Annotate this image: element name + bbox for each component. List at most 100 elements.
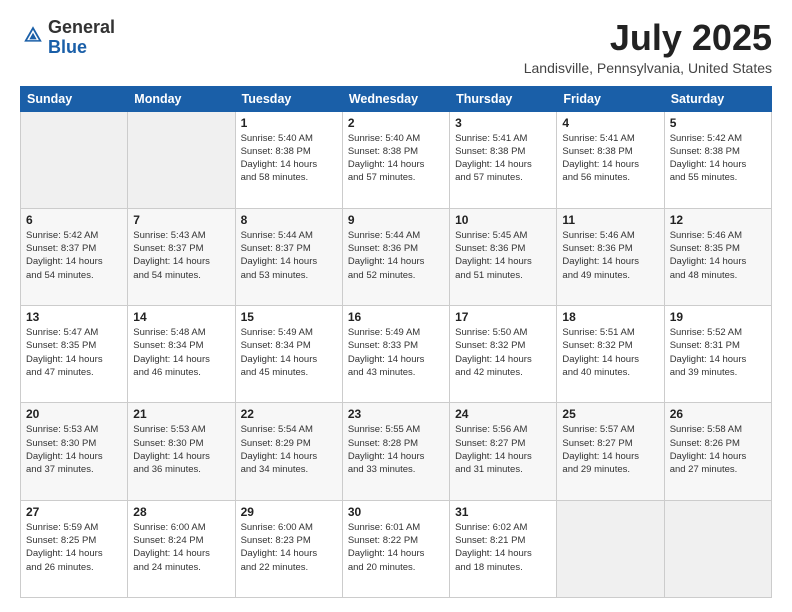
day-number: 6 [26, 213, 122, 227]
calendar-cell: 26 Sunrise: 5:58 AM Sunset: 8:26 PM Dayli… [664, 403, 771, 500]
day-detail: Sunrise: 6:00 AM Sunset: 8:24 PM Dayligh… [133, 521, 229, 574]
day-detail: Sunrise: 5:53 AM Sunset: 8:30 PM Dayligh… [133, 423, 229, 476]
day-number: 28 [133, 505, 229, 519]
day-detail: Sunrise: 5:47 AM Sunset: 8:35 PM Dayligh… [26, 326, 122, 379]
day-detail: Sunrise: 5:43 AM Sunset: 8:37 PM Dayligh… [133, 229, 229, 282]
day-number: 5 [670, 116, 766, 130]
calendar-cell [21, 111, 128, 208]
day-detail: Sunrise: 5:44 AM Sunset: 8:36 PM Dayligh… [348, 229, 444, 282]
day-detail: Sunrise: 6:02 AM Sunset: 8:21 PM Dayligh… [455, 521, 551, 574]
calendar-week-0: 1 Sunrise: 5:40 AM Sunset: 8:38 PM Daylig… [21, 111, 772, 208]
col-friday: Friday [557, 86, 664, 111]
calendar-week-1: 6Sunrise: 5:42 AM Sunset: 8:37 PM Daylig… [21, 208, 772, 305]
calendar-cell: 20Sunrise: 5:53 AM Sunset: 8:30 PM Dayli… [21, 403, 128, 500]
day-number: 25 [562, 407, 658, 421]
day-detail: Sunrise: 5:45 AM Sunset: 8:36 PM Dayligh… [455, 229, 551, 282]
day-number: 18 [562, 310, 658, 324]
day-number: 7 [133, 213, 229, 227]
calendar-week-4: 27 Sunrise: 5:59 AM Sunset: 8:25 PM Dayli… [21, 500, 772, 597]
calendar-cell [128, 111, 235, 208]
day-number: 10 [455, 213, 551, 227]
calendar-cell: 11Sunrise: 5:46 AM Sunset: 8:36 PM Dayli… [557, 208, 664, 305]
calendar-week-3: 20 Sunrise: 5:53 AM Sunset: 8:30 PM Dayli… [21, 403, 772, 500]
calendar-cell: 29 Sunrise: 6:00 AM Sunset: 8:23 PM Dayli… [235, 500, 342, 597]
calendar-cell: 17 Sunrise: 5:50 AM Sunset: 8:32 PM Dayli… [450, 306, 557, 403]
day-number: 13 [26, 310, 122, 324]
day-detail: Sunrise: 5:46 AM Sunset: 8:35 PM Dayligh… [670, 229, 766, 282]
calendar-cell: 31Sunrise: 6:02 AM Sunset: 8:21 PM Dayli… [450, 500, 557, 597]
day-detail: Sunrise: 5:54 AM Sunset: 8:29 PM Dayligh… [241, 423, 337, 476]
logo: General Blue [20, 18, 115, 58]
day-detail: Sunrise: 5:55 AM Sunset: 8:28 PM Dayligh… [348, 423, 444, 476]
day-number: 21 [133, 407, 229, 421]
day-number: 2 [348, 116, 444, 130]
day-detail: Sunrise: 6:00 AM Sunset: 8:23 PM Dayligh… [241, 521, 337, 574]
calendar-cell: 9Sunrise: 5:44 AM Sunset: 8:36 PM Daylig… [342, 208, 449, 305]
day-detail: Sunrise: 5:57 AM Sunset: 8:27 PM Dayligh… [562, 423, 658, 476]
calendar-cell: 14 Sunrise: 5:48 AM Sunset: 8:34 PM Dayli… [128, 306, 235, 403]
logo-icon [22, 24, 44, 46]
calendar-cell: 22 Sunrise: 5:54 AM Sunset: 8:29 PM Dayli… [235, 403, 342, 500]
calendar-cell: 12 Sunrise: 5:46 AM Sunset: 8:35 PM Dayli… [664, 208, 771, 305]
calendar-cell: 19 Sunrise: 5:52 AM Sunset: 8:31 PM Dayli… [664, 306, 771, 403]
day-number: 12 [670, 213, 766, 227]
day-number: 22 [241, 407, 337, 421]
day-number: 20 [26, 407, 122, 421]
calendar-cell: 25 Sunrise: 5:57 AM Sunset: 8:27 PM Dayli… [557, 403, 664, 500]
calendar-week-2: 13 Sunrise: 5:47 AM Sunset: 8:35 PM Dayli… [21, 306, 772, 403]
day-number: 14 [133, 310, 229, 324]
calendar-cell: 4Sunrise: 5:41 AM Sunset: 8:38 PM Daylig… [557, 111, 664, 208]
day-number: 17 [455, 310, 551, 324]
col-wednesday: Wednesday [342, 86, 449, 111]
calendar-cell [557, 500, 664, 597]
header: General Blue July 2025 Landisville, Penn… [20, 18, 772, 76]
calendar-cell: 28 Sunrise: 6:00 AM Sunset: 8:24 PM Dayli… [128, 500, 235, 597]
day-number: 11 [562, 213, 658, 227]
day-detail: Sunrise: 5:58 AM Sunset: 8:26 PM Dayligh… [670, 423, 766, 476]
day-detail: Sunrise: 5:49 AM Sunset: 8:34 PM Dayligh… [241, 326, 337, 379]
calendar-cell: 23Sunrise: 5:55 AM Sunset: 8:28 PM Dayli… [342, 403, 449, 500]
day-detail: Sunrise: 5:52 AM Sunset: 8:31 PM Dayligh… [670, 326, 766, 379]
day-detail: Sunrise: 5:42 AM Sunset: 8:38 PM Dayligh… [670, 132, 766, 185]
calendar-cell: 5 Sunrise: 5:42 AM Sunset: 8:38 PM Daylig… [664, 111, 771, 208]
logo-blue-text: Blue [48, 37, 87, 57]
calendar-header-row: Sunday Monday Tuesday Wednesday Thursday… [21, 86, 772, 111]
day-number: 15 [241, 310, 337, 324]
day-number: 30 [348, 505, 444, 519]
day-number: 19 [670, 310, 766, 324]
day-detail: Sunrise: 5:48 AM Sunset: 8:34 PM Dayligh… [133, 326, 229, 379]
calendar-cell: 24Sunrise: 5:56 AM Sunset: 8:27 PM Dayli… [450, 403, 557, 500]
day-number: 8 [241, 213, 337, 227]
day-detail: Sunrise: 5:51 AM Sunset: 8:32 PM Dayligh… [562, 326, 658, 379]
day-detail: Sunrise: 5:44 AM Sunset: 8:37 PM Dayligh… [241, 229, 337, 282]
day-detail: Sunrise: 5:50 AM Sunset: 8:32 PM Dayligh… [455, 326, 551, 379]
calendar-table: Sunday Monday Tuesday Wednesday Thursday… [20, 86, 772, 598]
page: General Blue July 2025 Landisville, Penn… [0, 0, 792, 612]
day-detail: Sunrise: 5:40 AM Sunset: 8:38 PM Dayligh… [241, 132, 337, 185]
calendar-cell: 10 Sunrise: 5:45 AM Sunset: 8:36 PM Dayli… [450, 208, 557, 305]
day-number: 24 [455, 407, 551, 421]
calendar-cell: 30 Sunrise: 6:01 AM Sunset: 8:22 PM Dayli… [342, 500, 449, 597]
day-number: 29 [241, 505, 337, 519]
day-detail: Sunrise: 5:49 AM Sunset: 8:33 PM Dayligh… [348, 326, 444, 379]
calendar-cell: 6Sunrise: 5:42 AM Sunset: 8:37 PM Daylig… [21, 208, 128, 305]
day-number: 27 [26, 505, 122, 519]
day-number: 3 [455, 116, 551, 130]
col-monday: Monday [128, 86, 235, 111]
calendar-cell: 1 Sunrise: 5:40 AM Sunset: 8:38 PM Daylig… [235, 111, 342, 208]
day-detail: Sunrise: 6:01 AM Sunset: 8:22 PM Dayligh… [348, 521, 444, 574]
calendar-cell: 16 Sunrise: 5:49 AM Sunset: 8:33 PM Dayli… [342, 306, 449, 403]
day-detail: Sunrise: 5:59 AM Sunset: 8:25 PM Dayligh… [26, 521, 122, 574]
calendar-cell [664, 500, 771, 597]
day-detail: Sunrise: 5:41 AM Sunset: 8:38 PM Dayligh… [455, 132, 551, 185]
month-title: July 2025 [524, 18, 772, 58]
day-number: 4 [562, 116, 658, 130]
calendar-cell: 3 Sunrise: 5:41 AM Sunset: 8:38 PM Daylig… [450, 111, 557, 208]
col-saturday: Saturday [664, 86, 771, 111]
calendar-cell: 27 Sunrise: 5:59 AM Sunset: 8:25 PM Dayli… [21, 500, 128, 597]
day-number: 26 [670, 407, 766, 421]
col-thursday: Thursday [450, 86, 557, 111]
day-number: 1 [241, 116, 337, 130]
day-number: 16 [348, 310, 444, 324]
title-block: July 2025 Landisville, Pennsylvania, Uni… [524, 18, 772, 76]
